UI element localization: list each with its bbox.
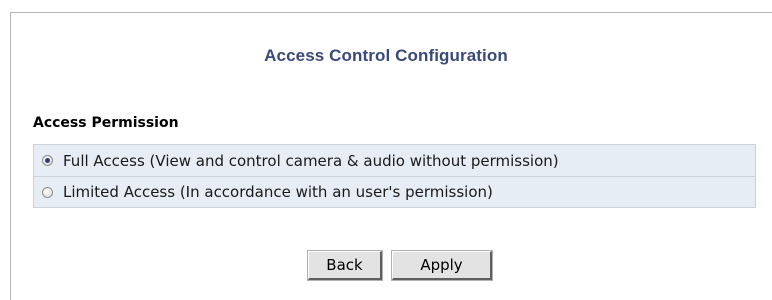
option-limited-access[interactable]: Limited Access (In accordance with an us… [34, 176, 755, 207]
page-title: Access Control Configuration [264, 46, 508, 65]
limited-access-label[interactable]: Limited Access (In accordance with an us… [63, 183, 493, 201]
limited-access-radio[interactable] [42, 186, 53, 198]
back-button[interactable]: Back [307, 250, 383, 281]
access-permission-options: Full Access (View and control camera & a… [33, 144, 756, 208]
option-full-access[interactable]: Full Access (View and control camera & a… [34, 145, 755, 176]
full-access-radio[interactable] [42, 155, 53, 166]
full-access-label[interactable]: Full Access (View and control camera & a… [63, 152, 559, 170]
apply-button[interactable]: Apply [391, 250, 493, 281]
action-buttons: Back Apply [0, 250, 772, 281]
access-permission-label: Access Permission [33, 115, 179, 131]
